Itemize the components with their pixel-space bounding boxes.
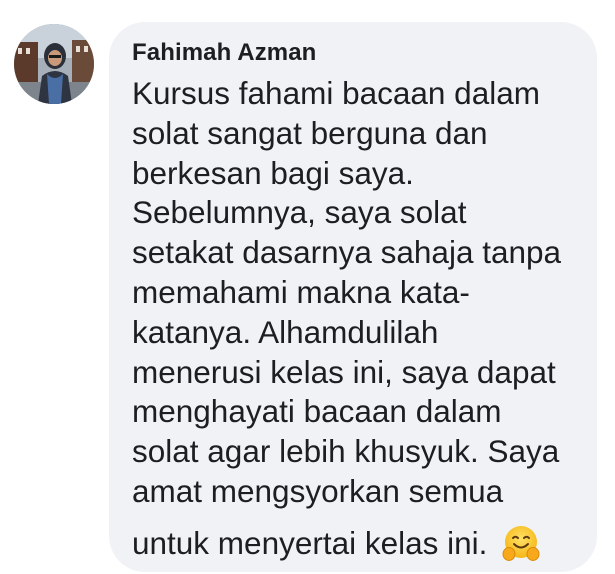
comment-line: berkesan bagi saya. bbox=[132, 154, 414, 191]
comment-line: solat sangat berguna dan bbox=[132, 114, 488, 151]
comment-line: untuk menyertai kelas ini. bbox=[132, 524, 488, 561]
comment-line: katanya. Alhamdulilah bbox=[132, 313, 439, 350]
comment-line: menerusi kelas ini, saya dapat bbox=[132, 353, 556, 390]
comment-line: Kursus fahami bacaan dalam bbox=[132, 75, 540, 111]
comment-author-name[interactable]: Fahimah Azman bbox=[132, 38, 583, 68]
comment-line-last: untuk menyertai kelas ini. bbox=[132, 524, 583, 564]
comment-bubble: Fahimah Azman Kursus fahami bacaan dalam… bbox=[109, 22, 597, 572]
comment-line: amat mengsyorkan semua bbox=[132, 472, 504, 509]
comment-line: menghayati bacaan dalam bbox=[132, 393, 502, 430]
hugging-face-icon bbox=[501, 524, 541, 564]
avatar-photo bbox=[14, 24, 94, 104]
comment-line: setakat dasarnya sahaja tanpa bbox=[132, 234, 562, 271]
comment-line: memahami makna kata- bbox=[132, 273, 470, 310]
comment-line: solat agar lebih khusyuk. Saya bbox=[132, 433, 560, 470]
comment-text: Kursus fahami bacaan dalam solat sangat … bbox=[132, 74, 583, 564]
avatar[interactable] bbox=[14, 24, 94, 104]
comment-line: Sebelumnya, saya solat bbox=[132, 194, 467, 231]
